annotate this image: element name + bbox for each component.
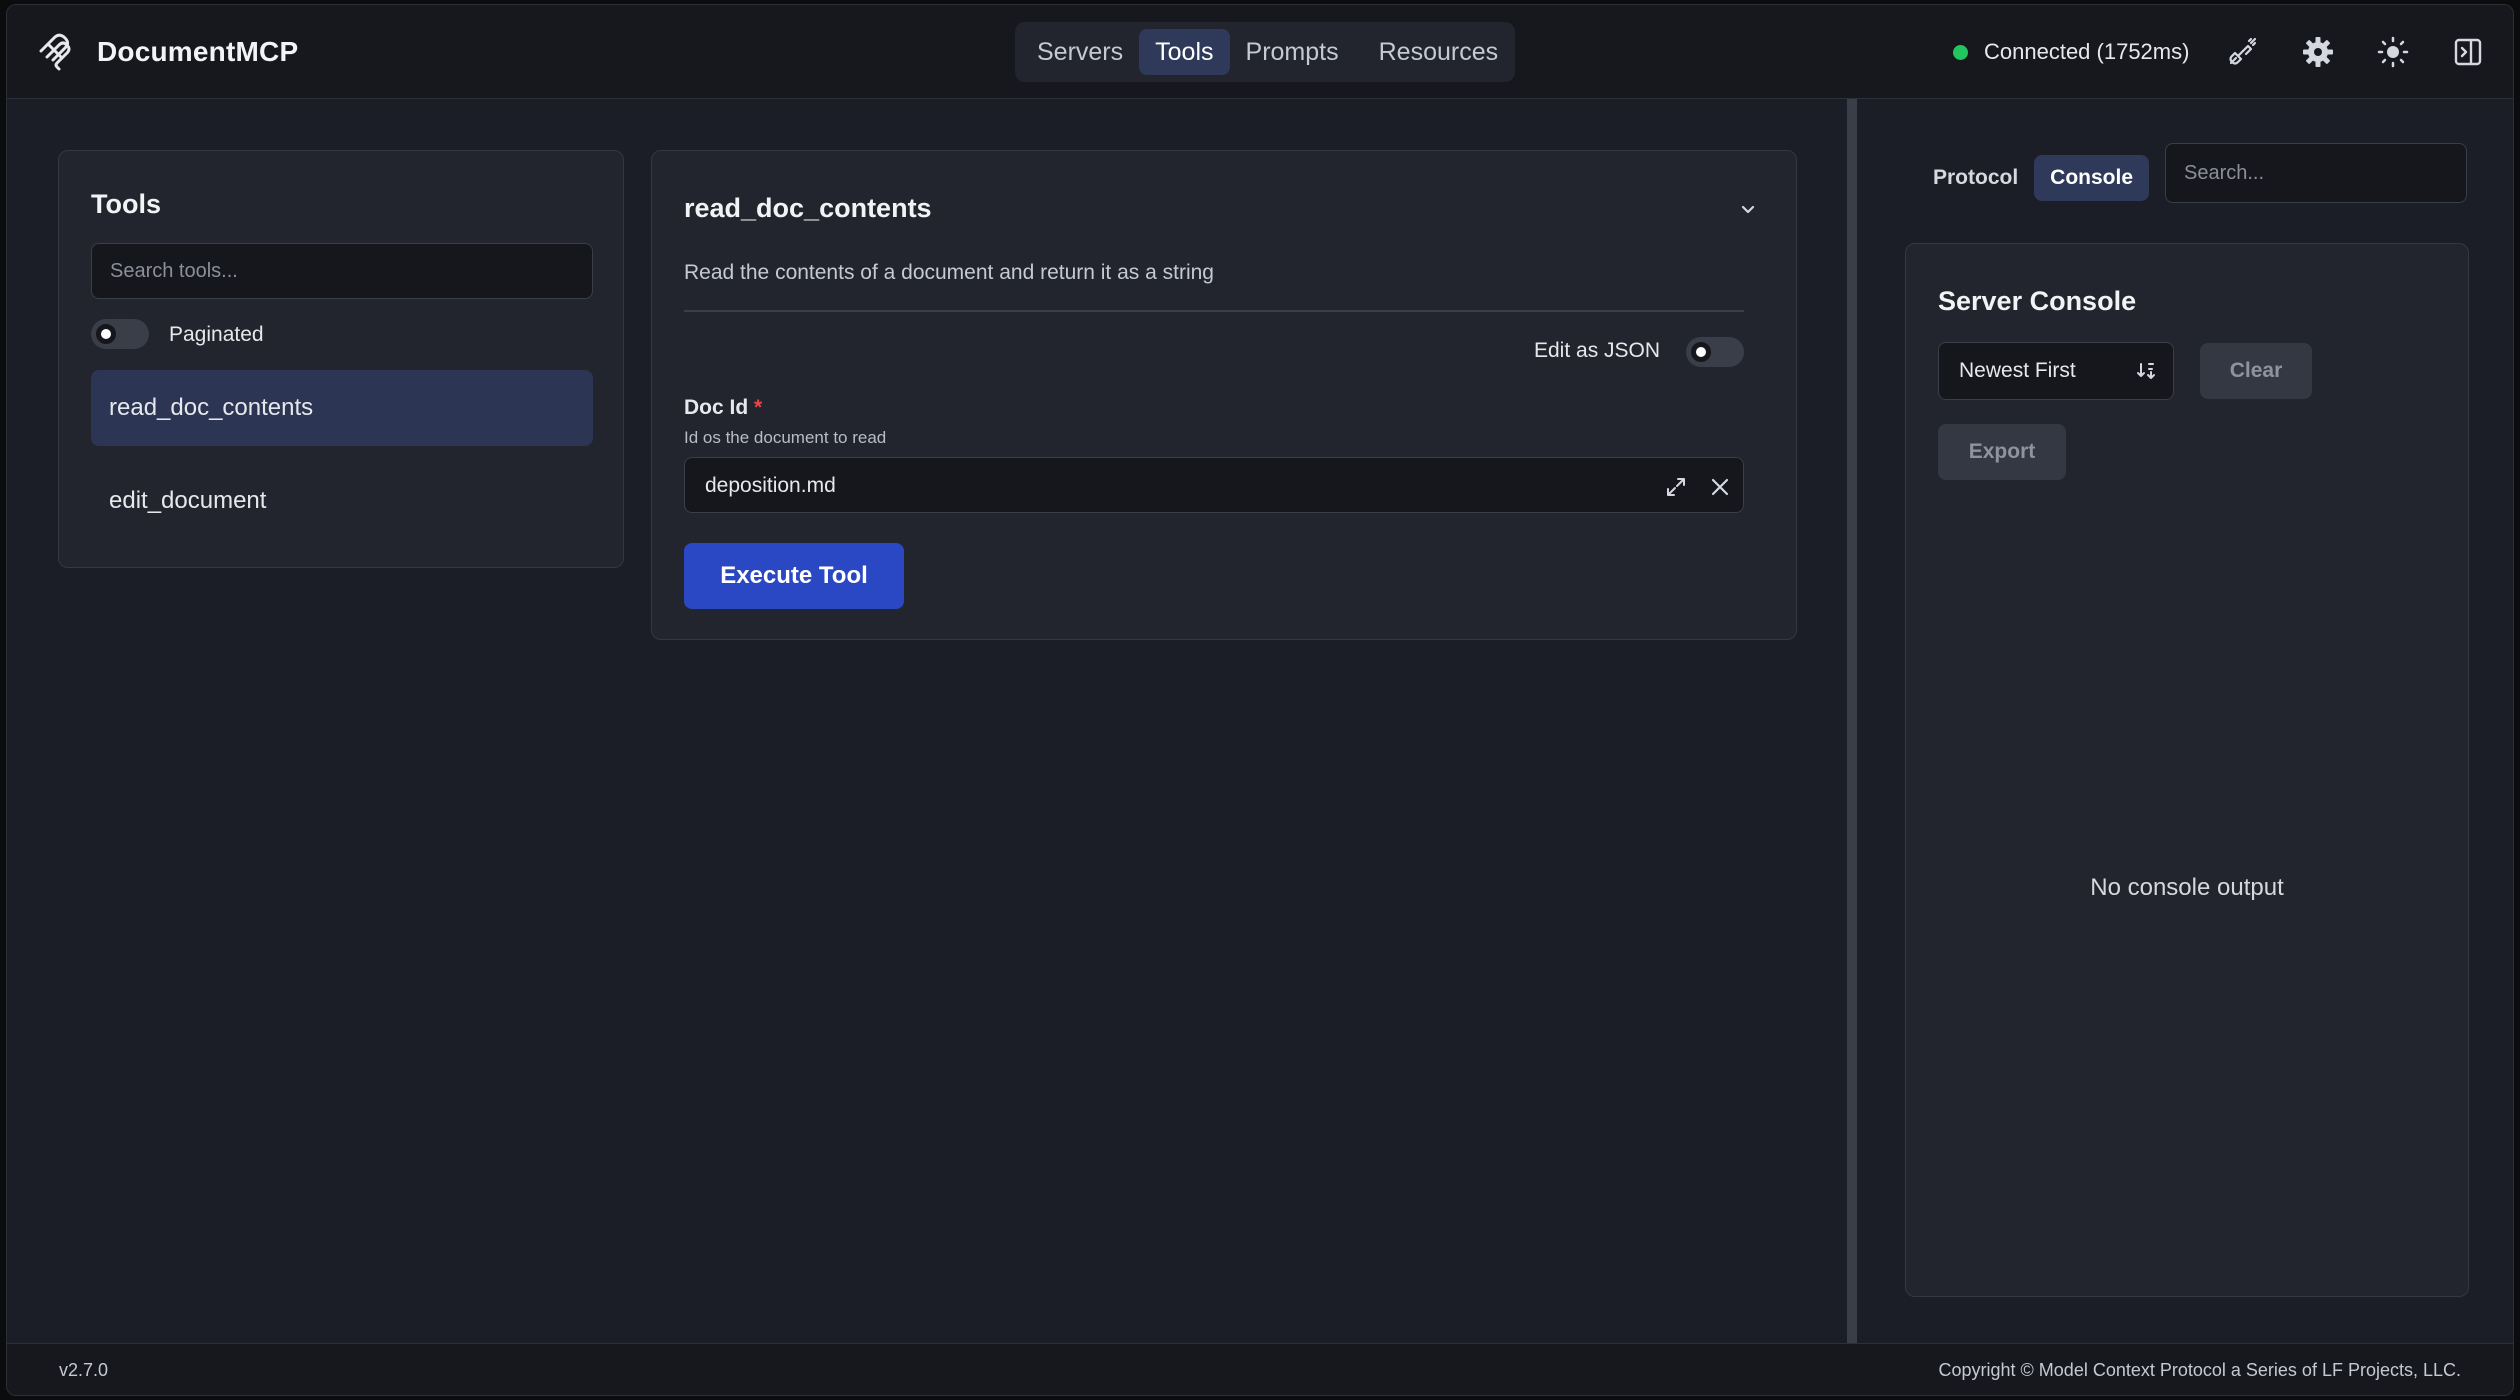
resize-handle[interactable] (1847, 99, 1857, 1349)
panel-toggle-icon[interactable] (2451, 35, 2485, 69)
sort-order-value: Newest First (1959, 359, 2076, 382)
app-name: DocumentMCP (97, 36, 299, 67)
tab-servers[interactable]: Servers (1021, 29, 1139, 75)
server-console-panel: Server Console Newest First Clear Export… (1905, 243, 2469, 1297)
sun-icon[interactable] (2376, 35, 2410, 69)
gear-icon[interactable] (2301, 35, 2335, 69)
tools-panel: Tools Paginated read_doc_contents edit_d… (58, 150, 624, 568)
right-panel-tabs: Protocol Console (1917, 155, 2150, 201)
execute-tool-button[interactable]: Execute Tool (684, 543, 904, 609)
brand: DocumentMCP (35, 27, 298, 77)
doc-id-label-text: Doc Id (684, 396, 749, 419)
search-tools-input[interactable] (91, 243, 593, 299)
version-label: v2.7.0 (59, 1360, 109, 1380)
chevron-down-icon[interactable] (1738, 199, 1758, 219)
top-bar: DocumentMCP Servers Tools Prompts Resour… (7, 5, 2513, 99)
edit-json-toggle[interactable] (1686, 337, 1744, 367)
tool-item-read-doc-contents[interactable]: read_doc_contents (91, 370, 593, 446)
tab-console[interactable]: Console (2034, 155, 2150, 201)
copyright-text: Copyright © Model Context Protocol a Ser… (1938, 1360, 2462, 1380)
doc-id-value: deposition.md (705, 474, 836, 497)
console-search-input[interactable] (2165, 143, 2467, 203)
status-dot (1953, 44, 1968, 60)
empty-console-message: No console output (2090, 874, 2284, 901)
tab-prompts[interactable]: Prompts (1230, 29, 1355, 75)
clear-button[interactable]: Clear (2200, 343, 2312, 399)
export-button[interactable]: Export (1938, 424, 2066, 480)
mcp-logo-icon (39, 33, 71, 71)
tab-protocol[interactable]: Protocol (1917, 155, 2034, 201)
app-window: DocumentMCP Servers Tools Prompts Resour… (6, 4, 2514, 1396)
edit-json-label: Edit as JSON (1534, 339, 1661, 362)
tab-tools[interactable]: Tools (1139, 29, 1230, 75)
tool-detail-panel: read_doc_contents Read the contents of a… (651, 150, 1797, 640)
console-title: Server Console (1938, 286, 2137, 316)
paginated-label: Paginated (169, 323, 264, 346)
tool-name: read_doc_contents (684, 193, 932, 223)
main-nav: Servers Tools Prompts Resources (1015, 22, 1515, 82)
tab-resources[interactable]: Resources (1363, 29, 1515, 75)
doc-id-input[interactable]: deposition.md (684, 457, 1744, 513)
status-text: Connected (1752ms) (1984, 39, 2190, 64)
paginated-toggle[interactable] (91, 319, 149, 349)
toggle-knob (96, 324, 116, 344)
required-mark: * (754, 396, 763, 419)
toggle-knob (1691, 342, 1711, 362)
sort-icon (2137, 363, 2155, 379)
tool-item-edit-document[interactable]: edit_document (91, 463, 593, 539)
doc-id-help: Id os the document to read (684, 428, 887, 447)
tools-panel-title: Tools (91, 189, 161, 219)
expand-icon[interactable] (1665, 476, 1687, 498)
tool-description: Read the contents of a document and retu… (684, 261, 1214, 284)
connection-status: Connected (1752ms) (1953, 35, 2189, 69)
doc-id-label: Doc Id * (684, 396, 762, 420)
close-icon[interactable] (1709, 476, 1731, 498)
sort-order-select[interactable]: Newest First (1938, 342, 2174, 400)
plug-icon[interactable] (2225, 35, 2259, 69)
footer: v2.7.0 Copyright © Model Context Protoco… (7, 1343, 2513, 1395)
divider (684, 310, 1744, 312)
